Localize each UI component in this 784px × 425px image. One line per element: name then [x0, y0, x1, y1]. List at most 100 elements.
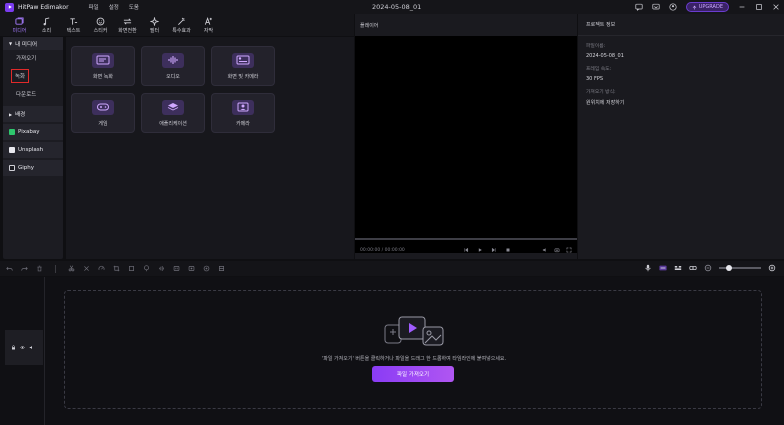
sidebar-section-label: 배경 [15, 112, 26, 118]
record-application-card[interactable]: 애플리케이션 [141, 93, 205, 133]
timeline-dropzone[interactable]: '파일 가져오기' 버튼을 클릭하거나 파일을 드래그 한 드롭하여 타임라인에… [64, 290, 762, 409]
redo-icon[interactable] [21, 265, 28, 272]
menu-help[interactable]: 도움 [129, 3, 139, 11]
trim-icon[interactable] [83, 265, 90, 272]
app-logo-icon [5, 2, 14, 12]
camera-user-icon [232, 99, 254, 115]
marker-icon[interactable] [143, 265, 150, 272]
card-label: 오디오 [166, 73, 180, 80]
link-icon[interactable] [689, 264, 697, 272]
record-voice-icon[interactable] [188, 265, 195, 272]
dropzone-instruction: '파일 가져오기' 버튼을 클릭하거나 파일을 드래그 한 드롭하여 타임라인에… [321, 356, 507, 362]
project-title: 2024-05-08_01 [372, 3, 422, 11]
account-icon[interactable] [669, 3, 678, 12]
undo-icon[interactable] [6, 265, 13, 272]
delete-icon[interactable] [36, 265, 43, 272]
lock-icon[interactable] [11, 345, 16, 350]
info-value: 원위치에 저장하기 [586, 100, 625, 106]
fullscreen-icon[interactable] [566, 247, 572, 253]
menu-bar: 파일 설정 도움 [89, 3, 139, 11]
sidebar-section-unsplash[interactable]: Unsplash [3, 142, 63, 158]
upgrade-button[interactable]: UPGRADE [685, 2, 729, 12]
maximize-icon[interactable] [754, 3, 763, 12]
record-game-card[interactable]: 게임 [71, 93, 135, 133]
prev-frame-icon[interactable] [463, 247, 469, 253]
record-screen-card[interactable]: 화면 녹화 [71, 46, 135, 86]
minimize-icon[interactable] [737, 3, 746, 12]
mask-icon[interactable] [203, 265, 210, 272]
tab-subtitle-label: 자막 [203, 27, 214, 34]
tab-media[interactable]: 미디어 [6, 14, 33, 36]
crop-icon[interactable] [113, 265, 120, 272]
menu-settings[interactable]: 설정 [109, 3, 119, 11]
info-value: 2024-05-08_01 [586, 53, 624, 59]
rotate-icon[interactable] [128, 265, 135, 272]
tab-filter[interactable]: 필터 [141, 14, 168, 36]
tab-sticker[interactable]: 스티커 [87, 14, 114, 36]
tab-text[interactable]: 텍스트 [60, 14, 87, 36]
playback-time: 00:00:00 / 00:00:00 [360, 247, 405, 253]
speed-icon[interactable] [98, 265, 105, 272]
sticker-icon [96, 17, 105, 25]
sidebar-section-label: Unsplash [18, 147, 44, 153]
feature-toolbar: 미디어 소리 텍스트 스티커 화면전환 필터 특수효과 자막 [0, 14, 354, 36]
import-file-button[interactable]: 파일 가져오기 [372, 366, 454, 382]
giphy-icon [9, 165, 15, 171]
record-screen-camera-card[interactable]: 화면 및 카메라 [211, 46, 275, 86]
tab-transition[interactable]: 화면전환 [114, 14, 141, 36]
tab-audio[interactable]: 소리 [33, 14, 60, 36]
card-label: 게임 [98, 120, 108, 127]
mute-icon[interactable] [29, 345, 34, 350]
audio-wave-tool-icon[interactable] [158, 265, 165, 272]
detach-icon[interactable] [218, 265, 225, 272]
media-panel: 화면 녹화 오디오 화면 및 카메라 게임 애플리케이션 카메라 [66, 37, 354, 259]
screenshot-icon[interactable] [554, 247, 560, 253]
info-label: 가져오기 방식: [586, 90, 616, 95]
preview-screen [355, 36, 577, 253]
tab-effects[interactable]: 특수효과 [168, 14, 195, 36]
sidebar-section-giphy[interactable]: Giphy [3, 160, 63, 176]
sidebar-item-label: 녹화 [11, 69, 30, 83]
visibility-icon[interactable] [20, 345, 25, 350]
magnet-track-icon[interactable] [674, 264, 682, 272]
stop-icon[interactable] [505, 247, 511, 253]
close-icon[interactable] [771, 3, 780, 12]
text-icon [70, 17, 78, 25]
feedback-icon[interactable] [635, 3, 644, 12]
effects-icon [178, 17, 185, 25]
play-icon[interactable] [477, 247, 483, 253]
unsplash-icon [9, 147, 15, 153]
tab-audio-label: 소리 [41, 27, 52, 34]
zoom-out-icon[interactable] [704, 264, 712, 272]
sidebar-item-download[interactable]: 다운로드 [3, 86, 63, 102]
notification-icon[interactable] [652, 3, 661, 12]
split-icon[interactable] [68, 265, 75, 272]
sidebar-section-background[interactable]: ▶ 배경 [3, 106, 63, 122]
sidebar-section-pixabay[interactable]: Pixabay [3, 124, 63, 140]
zoom-slider[interactable] [719, 265, 761, 271]
sidebar-item-label: 다운로드 [16, 92, 37, 98]
player-panel: 플레이어 00:00:00 / 00:00:00 [355, 14, 577, 259]
layers-icon [162, 99, 184, 115]
music-icon [43, 16, 50, 25]
timeline-toolbar [0, 261, 784, 276]
sidebar-item-import[interactable]: 가져오기 [3, 50, 63, 66]
record-camera-card[interactable]: 카메라 [211, 93, 275, 133]
volume-icon[interactable] [542, 247, 548, 253]
sidebar-my-media[interactable]: ▼ 내 미디어 [3, 37, 63, 50]
snap-icon[interactable] [659, 264, 667, 272]
menu-file[interactable]: 파일 [89, 3, 99, 11]
track-header [5, 330, 43, 365]
sidebar-item-record[interactable]: 녹화 [3, 68, 63, 84]
card-label: 카메라 [236, 120, 250, 127]
microphone-icon[interactable] [644, 264, 652, 272]
freeze-frame-icon[interactable] [173, 265, 180, 272]
record-audio-card[interactable]: 오디오 [141, 46, 205, 86]
zoom-slider-handle[interactable] [726, 265, 732, 271]
zoom-in-icon[interactable] [768, 264, 776, 272]
media-icon [15, 16, 24, 25]
tab-subtitle[interactable]: 자막 [195, 14, 222, 36]
track-header-divider [44, 277, 45, 425]
next-frame-icon[interactable] [491, 247, 497, 253]
playback-progress-bar[interactable] [355, 238, 577, 240]
